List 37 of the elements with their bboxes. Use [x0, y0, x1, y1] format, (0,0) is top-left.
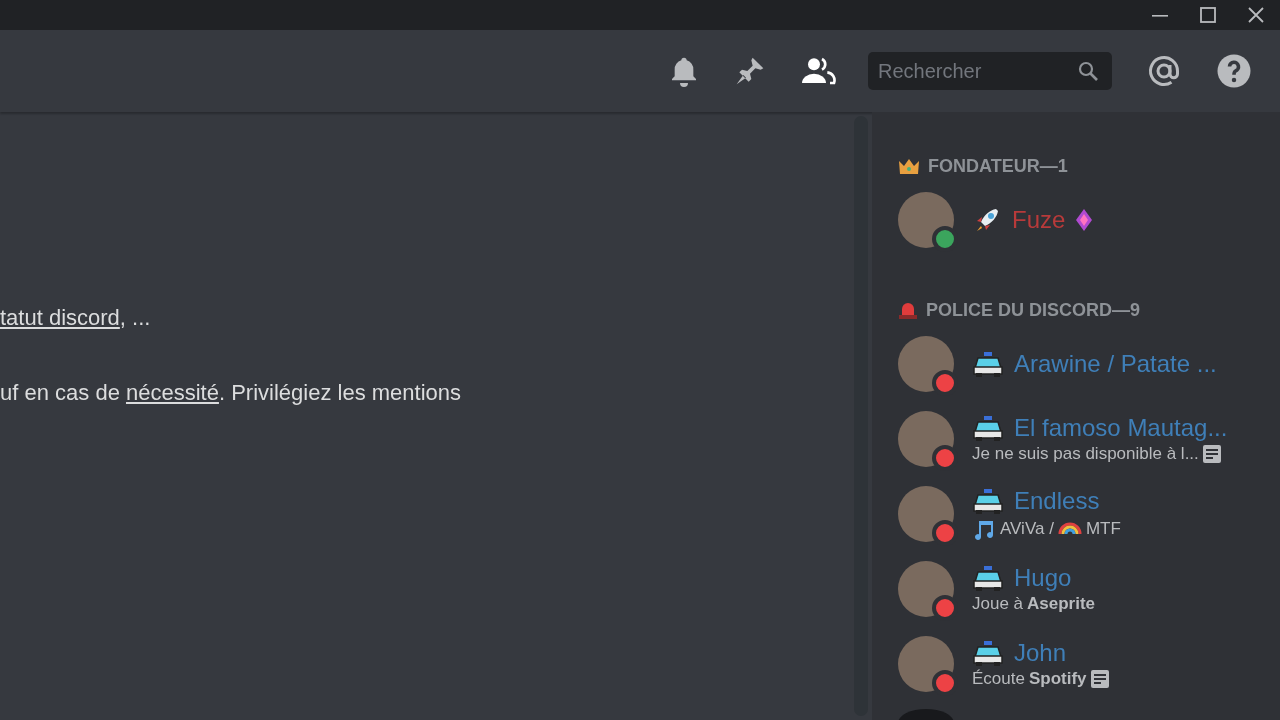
message-text: tatut discord, ... — [0, 304, 152, 332]
siren-icon — [898, 301, 918, 319]
rainbow-icon — [1057, 522, 1082, 535]
help-icon[interactable] — [1216, 53, 1252, 89]
search-field[interactable]: Rechercher — [868, 52, 1112, 90]
activity-text: Écoute — [972, 668, 1025, 689]
mentions-icon[interactable] — [1146, 53, 1182, 89]
activity-text: MTF — [1085, 518, 1121, 539]
role-header: POLICE DU DISCORD—9 — [926, 299, 1141, 321]
message-link[interactable]: nécessité — [126, 380, 219, 405]
members-icon[interactable] — [800, 55, 836, 87]
member-name[interactable]: Fuze — [1012, 205, 1066, 234]
role-header: FONDATEUR—1 — [928, 155, 1068, 177]
member-name[interactable]: Arawine / Patate ... — [1014, 349, 1217, 378]
activity-text: Joue à — [972, 593, 1024, 614]
police-car-icon — [972, 563, 1004, 592]
member-name[interactable]: Endless — [1014, 486, 1100, 515]
activity-name: Aseprite — [1027, 593, 1096, 614]
activity-name: Spotify — [1028, 668, 1087, 689]
pin-icon[interactable] — [734, 55, 766, 87]
search-icon — [1076, 59, 1100, 83]
message-text: uf en cas de nécessité. Privilégiez les mentions — [0, 379, 463, 407]
member-name[interactable]: John — [1014, 638, 1067, 667]
police-car-icon — [972, 413, 1004, 442]
member-name[interactable]: El famoso Mautag... — [1014, 413, 1228, 442]
police-car-icon — [972, 638, 1004, 667]
activity-text: AViVa / — [1000, 518, 1054, 539]
close-icon[interactable] — [1247, 6, 1265, 24]
police-car-icon — [972, 486, 1004, 515]
activity-text: Je ne suis pas disponible à l... — [972, 443, 1199, 464]
member-name[interactable]: Hugo — [1014, 563, 1072, 592]
message-link[interactable]: tatut discord — [0, 305, 120, 330]
maximize-icon[interactable] — [1199, 6, 1217, 24]
rich-presence-icon — [1090, 669, 1109, 688]
rich-presence-icon — [1202, 444, 1221, 463]
police-car-icon — [972, 349, 1004, 378]
crown-icon — [898, 157, 920, 175]
